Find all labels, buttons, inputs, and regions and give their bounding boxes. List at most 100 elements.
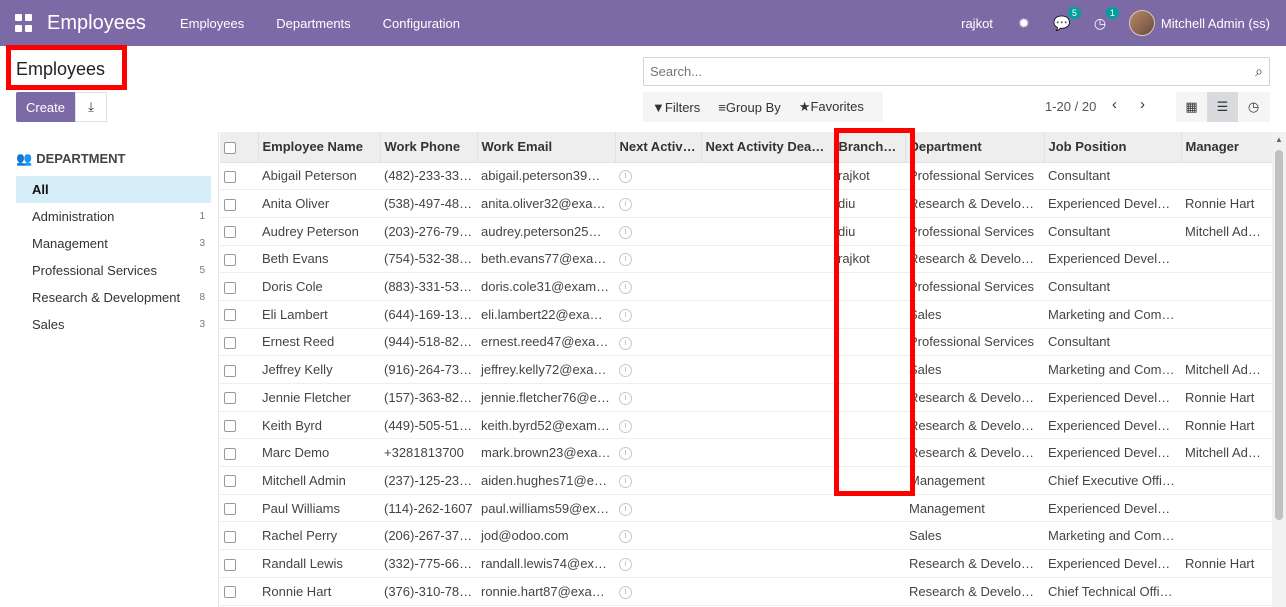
- table-row[interactable]: Audrey Peterson (203)-276-7903 audrey.pete…: [220, 217, 1272, 246]
- search-icon[interactable]: ⌕: [1255, 63, 1263, 80]
- clock-icon[interactable]: [619, 198, 632, 212]
- table-row[interactable]: Abigail Peterson (482)-233-3393 abigail.pe…: [220, 162, 1272, 191]
- clock-icon[interactable]: [619, 336, 632, 350]
- clock-icon[interactable]: [619, 281, 632, 295]
- next-activity-cell[interactable]: [615, 355, 701, 384]
- next-activity-cell[interactable]: [615, 217, 701, 246]
- sidebar-item-professional-services[interactable]: Professional Services 5: [16, 257, 211, 284]
- row-checkbox[interactable]: [220, 549, 258, 578]
- row-checkbox[interactable]: [220, 577, 258, 606]
- next-activity-cell[interactable]: [615, 272, 701, 301]
- table-row[interactable]: Ernest Reed (944)-518-8232 ernest.reed47@e…: [220, 328, 1272, 357]
- kanban-view-icon[interactable]: ▦: [1176, 92, 1207, 122]
- row-checkbox[interactable]: [220, 383, 258, 412]
- chevron-left-icon[interactable]: ‹: [1112, 96, 1117, 113]
- next-activity-cell[interactable]: [615, 189, 701, 218]
- column-header[interactable]: Department: [905, 132, 1045, 163]
- column-header[interactable]: Work Phone: [380, 132, 478, 163]
- row-checkbox[interactable]: [220, 217, 258, 246]
- table-row[interactable]: Jeffrey Kelly (916)-264-7362 jeffrey.kelly…: [220, 355, 1272, 384]
- row-checkbox[interactable]: [220, 245, 258, 274]
- column-header[interactable]: Manager: [1181, 132, 1272, 163]
- next-activity-cell[interactable]: [615, 245, 701, 274]
- sidebar-item-administration[interactable]: Administration 1: [16, 203, 211, 230]
- groupby-button[interactable]: ≡Group By: [709, 100, 790, 115]
- row-checkbox[interactable]: [220, 272, 258, 301]
- select-all-checkbox[interactable]: [220, 132, 259, 163]
- scroll-up-icon[interactable]: ▲: [1275, 135, 1283, 144]
- download-icon[interactable]: ⤓: [75, 92, 107, 122]
- table-row[interactable]: Beth Evans (754)-532-3841 beth.evans77@exa…: [220, 245, 1272, 274]
- table-row[interactable]: Rachel Perry (206)-267-3735 jod@odoo.com Sa…: [220, 521, 1272, 551]
- activities-icon[interactable]: ◷ 1: [1091, 6, 1119, 32]
- clock-icon[interactable]: [619, 447, 632, 461]
- filters-button[interactable]: ▼Filters: [643, 100, 709, 115]
- clock-icon[interactable]: [619, 170, 632, 184]
- clock-icon[interactable]: [619, 225, 632, 239]
- next-activity-cell[interactable]: [615, 328, 701, 357]
- menu-employees[interactable]: Employees: [164, 16, 260, 31]
- clock-icon[interactable]: [619, 364, 632, 378]
- row-checkbox[interactable]: [220, 162, 258, 191]
- messages-icon[interactable]: 💬 5: [1053, 6, 1081, 32]
- row-checkbox[interactable]: [220, 521, 258, 551]
- clock-icon[interactable]: [619, 474, 632, 488]
- scrollbar[interactable]: ▲: [1272, 132, 1286, 607]
- table-row[interactable]: Marc Demo +3281813700 mark.brown23@exa… Res…: [220, 438, 1272, 468]
- column-header[interactable]: Branch…: [834, 132, 906, 163]
- company-switcher[interactable]: rajkot: [961, 16, 993, 31]
- next-activity-cell[interactable]: [615, 521, 701, 551]
- search-input[interactable]: [644, 58, 1234, 85]
- create-button[interactable]: Create: [16, 92, 75, 122]
- scroll-thumb[interactable]: [1275, 150, 1283, 520]
- column-header[interactable]: Next Activity Dead…: [701, 132, 835, 163]
- clock-icon[interactable]: [619, 419, 632, 433]
- row-checkbox[interactable]: [220, 466, 258, 495]
- row-checkbox[interactable]: [220, 411, 258, 440]
- table-row[interactable]: Keith Byrd (449)-505-5146 keith.byrd52@exa…: [220, 411, 1272, 440]
- sidebar-item-all[interactable]: All: [16, 176, 211, 203]
- table-row[interactable]: Mitchell Admin (237)-125-2389 aiden.hughes…: [220, 466, 1272, 495]
- clock-icon[interactable]: [619, 530, 632, 544]
- row-checkbox[interactable]: [220, 438, 258, 468]
- list-view-icon[interactable]: ☰: [1207, 92, 1238, 122]
- next-activity-cell[interactable]: [615, 411, 701, 440]
- bug-icon[interactable]: ✹: [1015, 15, 1033, 32]
- table-row[interactable]: Anita Oliver (538)-497-4804 anita.oliver32…: [220, 189, 1272, 218]
- table-row[interactable]: Doris Cole (883)-331-5378 doris.cole31@exa…: [220, 272, 1272, 301]
- column-header[interactable]: Job Position: [1044, 132, 1182, 163]
- clock-icon[interactable]: [619, 391, 632, 405]
- sidebar-item-sales[interactable]: Sales 3: [16, 311, 211, 338]
- app-title[interactable]: Employees: [47, 12, 146, 35]
- avatar[interactable]: [1128, 10, 1155, 36]
- user-menu[interactable]: Mitchell Admin (ss): [1161, 16, 1270, 31]
- table-row[interactable]: Eli Lambert (644)-169-1352 eli.lambert22@e…: [220, 300, 1272, 329]
- sidebar-item-management[interactable]: Management 3: [16, 230, 211, 257]
- menu-configuration[interactable]: Configuration: [367, 16, 476, 31]
- table-row[interactable]: Ronnie Hart (376)-310-7863 ronnie.hart87@e…: [220, 577, 1272, 606]
- chevron-right-icon[interactable]: ›: [1140, 96, 1145, 113]
- row-checkbox[interactable]: [220, 189, 258, 218]
- table-row[interactable]: Jennie Fletcher (157)-363-8229 jennie.flet…: [220, 383, 1272, 412]
- column-header[interactable]: Next Activ…: [615, 132, 702, 163]
- clock-icon[interactable]: [619, 308, 632, 322]
- next-activity-cell[interactable]: [615, 577, 701, 606]
- next-activity-cell[interactable]: [615, 494, 701, 523]
- next-activity-cell[interactable]: [615, 300, 701, 329]
- favorites-button[interactable]: ★Favorites: [790, 99, 873, 115]
- menu-departments[interactable]: Departments: [260, 16, 366, 31]
- next-activity-cell[interactable]: [615, 438, 701, 468]
- column-header[interactable]: Employee Name: [258, 132, 381, 163]
- next-activity-cell[interactable]: [615, 162, 701, 191]
- table-row[interactable]: Paul Williams (114)-262-1607 paul.williams…: [220, 494, 1272, 523]
- apps-menu-icon[interactable]: [15, 14, 33, 32]
- clock-icon[interactable]: [619, 502, 632, 516]
- row-checkbox[interactable]: [220, 355, 258, 384]
- clock-icon[interactable]: [619, 253, 632, 267]
- clock-icon[interactable]: [619, 558, 632, 571]
- next-activity-cell[interactable]: [615, 549, 701, 578]
- next-activity-cell[interactable]: [615, 466, 701, 495]
- row-checkbox[interactable]: [220, 494, 258, 523]
- activity-view-icon[interactable]: ◷: [1238, 92, 1269, 122]
- sidebar-item-research-development[interactable]: Research & Development 8: [16, 284, 211, 311]
